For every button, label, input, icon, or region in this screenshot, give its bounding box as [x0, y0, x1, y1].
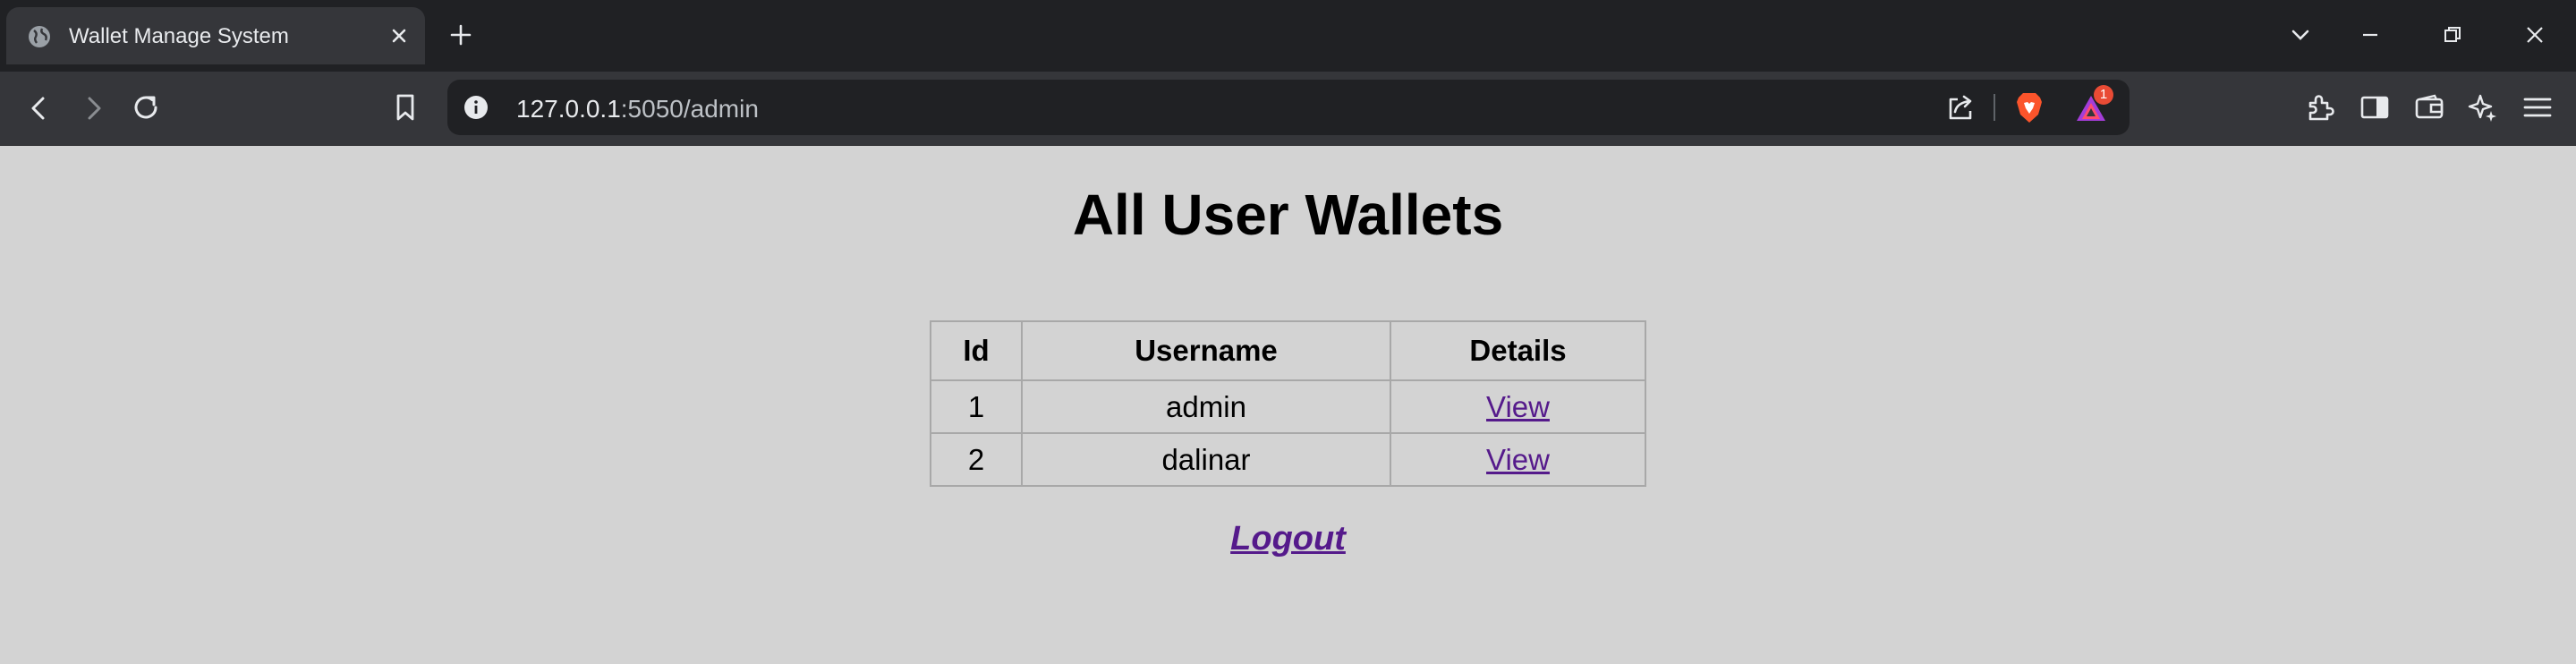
url-host: 127.0.0.1: [516, 95, 621, 123]
address-bar[interactable]: 127.0.0.1:5050/admin 1: [447, 80, 2130, 135]
cell-username: dalinar: [1021, 432, 1391, 487]
logout-link[interactable]: Logout: [1230, 520, 1346, 558]
cell-username: admin: [1021, 379, 1391, 434]
back-icon[interactable]: [23, 92, 55, 124]
header-details: Details: [1390, 320, 1646, 381]
globe-icon: [29, 26, 50, 47]
cell-id: 2: [930, 432, 1023, 487]
browser-tab-bar: Wallet Manage System: [0, 0, 2576, 72]
close-window-icon[interactable]: [2521, 21, 2548, 48]
reload-icon[interactable]: [130, 91, 162, 123]
header-id: Id: [930, 320, 1023, 381]
new-tab-icon[interactable]: [447, 21, 474, 48]
url-text[interactable]: 127.0.0.1:5050/admin: [516, 95, 759, 123]
menu-icon[interactable]: [2521, 91, 2554, 123]
browser-tab[interactable]: Wallet Manage System: [6, 7, 425, 64]
view-link[interactable]: View: [1486, 443, 1550, 476]
wallet-icon[interactable]: [2413, 91, 2445, 123]
browser-toolbar: 127.0.0.1:5050/admin 1: [0, 72, 2576, 146]
cell-details: View: [1390, 379, 1646, 434]
restore-icon[interactable]: [2439, 21, 2466, 48]
site-info-icon[interactable]: [463, 95, 489, 120]
url-path: :5050/admin: [620, 95, 759, 123]
header-username: Username: [1021, 320, 1391, 381]
minimize-icon[interactable]: [2357, 21, 2384, 48]
logout-container: Logout: [0, 520, 2576, 558]
page-title: All User Wallets: [1072, 183, 1504, 247]
table-row: 1 admin View: [930, 379, 1646, 434]
leo-ai-icon[interactable]: [2467, 91, 2499, 123]
table-header-row: Id Username Details: [930, 320, 1646, 381]
wallets-table: Id Username Details 1 admin View 2 dalin…: [930, 320, 1646, 487]
bookmark-icon[interactable]: [389, 91, 421, 123]
close-tab-icon[interactable]: [387, 23, 412, 48]
share-icon[interactable]: [1945, 92, 1976, 123]
page-content: All User Wallets Id Username Details 1 a…: [0, 145, 2576, 664]
view-link[interactable]: View: [1486, 390, 1550, 423]
cell-id: 1: [930, 379, 1023, 434]
address-bar-divider: [1994, 94, 1995, 121]
extensions-icon[interactable]: [2304, 91, 2336, 123]
sidebar-icon[interactable]: [2359, 91, 2391, 123]
tab-search-chevron-icon[interactable]: [2287, 21, 2314, 48]
tab-title: Wallet Manage System: [69, 24, 289, 48]
cell-details: View: [1390, 432, 1646, 487]
brave-shields-icon[interactable]: [2013, 90, 2045, 124]
forward-icon[interactable]: [77, 92, 109, 124]
table-row: 2 dalinar View: [930, 432, 1646, 487]
rewards-badge: 1: [2094, 85, 2113, 105]
